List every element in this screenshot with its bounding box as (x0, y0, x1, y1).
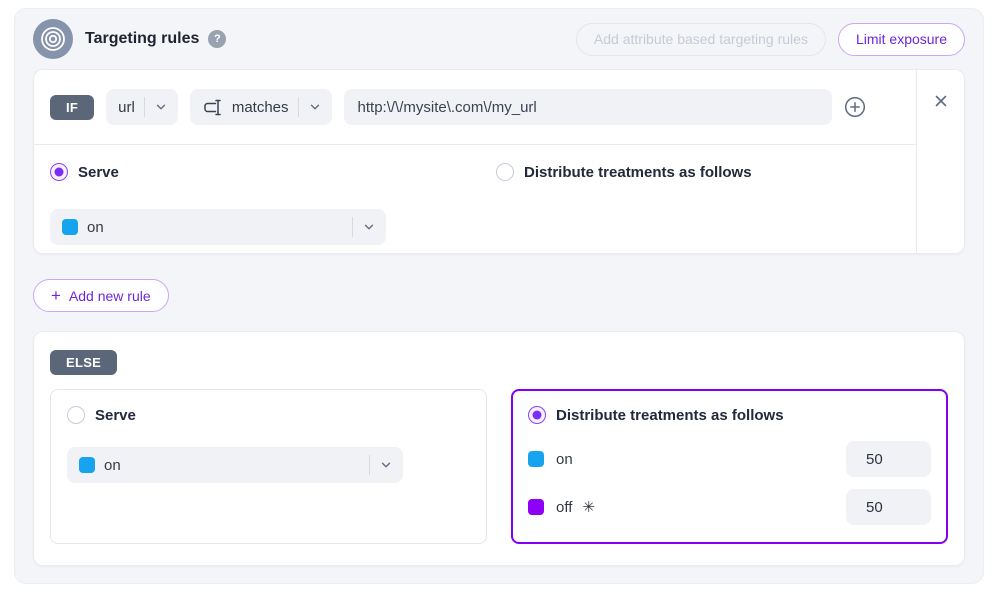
distribute-radio[interactable]: Distribute treatments as follows (496, 163, 752, 181)
matcher-select[interactable]: matches (190, 89, 332, 125)
add-new-rule-label: Add new rule (69, 288, 151, 304)
treatment-select-value: on (87, 219, 104, 236)
divider (369, 455, 370, 475)
treatment-off-swatch (528, 499, 544, 515)
matcher-select-value: matches (232, 99, 289, 116)
matcher-value-input[interactable] (344, 89, 832, 125)
attribute-select-value: url (118, 99, 135, 116)
limit-exposure-button[interactable]: Limit exposure (838, 23, 965, 56)
distribute-radio-label: Distribute treatments as follows (524, 164, 752, 181)
else-badge: ELSE (50, 350, 117, 375)
add-new-rule-button[interactable]: + Add new rule (33, 279, 169, 312)
targeting-rule-card: IF url (33, 69, 965, 254)
serve-radio[interactable]: Serve (50, 163, 119, 181)
treatment-on-percent-input[interactable] (846, 441, 931, 477)
else-distribute-radio-label: Distribute treatments as follows (556, 407, 784, 424)
divider (144, 97, 145, 117)
chevron-down-icon (154, 100, 168, 114)
string-text-cursor-icon (202, 99, 223, 116)
page-title: Targeting rules (85, 30, 199, 48)
else-distribute-card[interactable]: Distribute treatments as follows on off … (511, 389, 948, 544)
treatment-on-swatch (79, 457, 95, 473)
treatment-off-percent-input[interactable] (846, 489, 931, 525)
serve-options-row: Serve Distribute treatments as follows (50, 163, 900, 183)
targeting-rules-panel: Targeting rules ? Add attribute based ta… (14, 8, 984, 584)
plus-circle-icon[interactable] (844, 96, 866, 118)
treatment-select[interactable]: on (50, 209, 386, 245)
rule-side-column (916, 70, 964, 253)
treatment-row-off: off ✳ (528, 489, 931, 525)
else-card: ELSE Serve on (33, 331, 965, 566)
help-icon[interactable]: ? (208, 30, 226, 48)
plus-icon: + (51, 287, 61, 304)
if-badge: IF (50, 95, 94, 120)
header-left: Targeting rules ? (33, 19, 226, 59)
asterisk-icon: ✳ (582, 498, 595, 516)
else-treatment-select[interactable]: on (67, 447, 403, 483)
add-attribute-rules-button[interactable]: Add attribute based targeting rules (576, 23, 826, 56)
rule-serve-section: Serve Distribute treatments as follows o… (34, 145, 916, 245)
else-distribute-radio[interactable]: Distribute treatments as follows (528, 406, 784, 424)
radio-unselected-icon[interactable] (496, 163, 514, 181)
rule-condition-row: IF url (34, 70, 916, 145)
bullseye-icon (33, 19, 73, 59)
serve-radio-label: Serve (78, 164, 119, 181)
panel-header: Targeting rules ? Add attribute based ta… (15, 9, 983, 69)
chevron-down-icon (362, 220, 376, 234)
else-serve-card[interactable]: Serve on (50, 389, 487, 544)
attribute-select[interactable]: url (106, 89, 178, 125)
treatment-on-swatch (62, 219, 78, 235)
radio-selected-icon[interactable] (528, 406, 546, 424)
header-actions: Add attribute based targeting rules Limi… (576, 23, 965, 56)
treatment-off-label: off (556, 499, 572, 516)
radio-unselected-icon[interactable] (67, 406, 85, 424)
else-treatment-select-value: on (104, 457, 121, 474)
else-serve-radio[interactable]: Serve (67, 406, 136, 424)
chevron-down-icon (379, 458, 393, 472)
else-options-grid: Serve on Distribute treatments as follow… (50, 389, 948, 544)
chevron-down-icon (308, 100, 322, 114)
radio-selected-icon[interactable] (50, 163, 68, 181)
else-serve-radio-label: Serve (95, 407, 136, 424)
x-close-icon[interactable] (934, 94, 948, 253)
treatment-row-on: on (528, 441, 931, 477)
rule-main: IF url (34, 70, 916, 253)
divider (352, 217, 353, 237)
treatment-on-swatch (528, 451, 544, 467)
treatment-on-label: on (556, 451, 573, 468)
divider (298, 97, 299, 117)
